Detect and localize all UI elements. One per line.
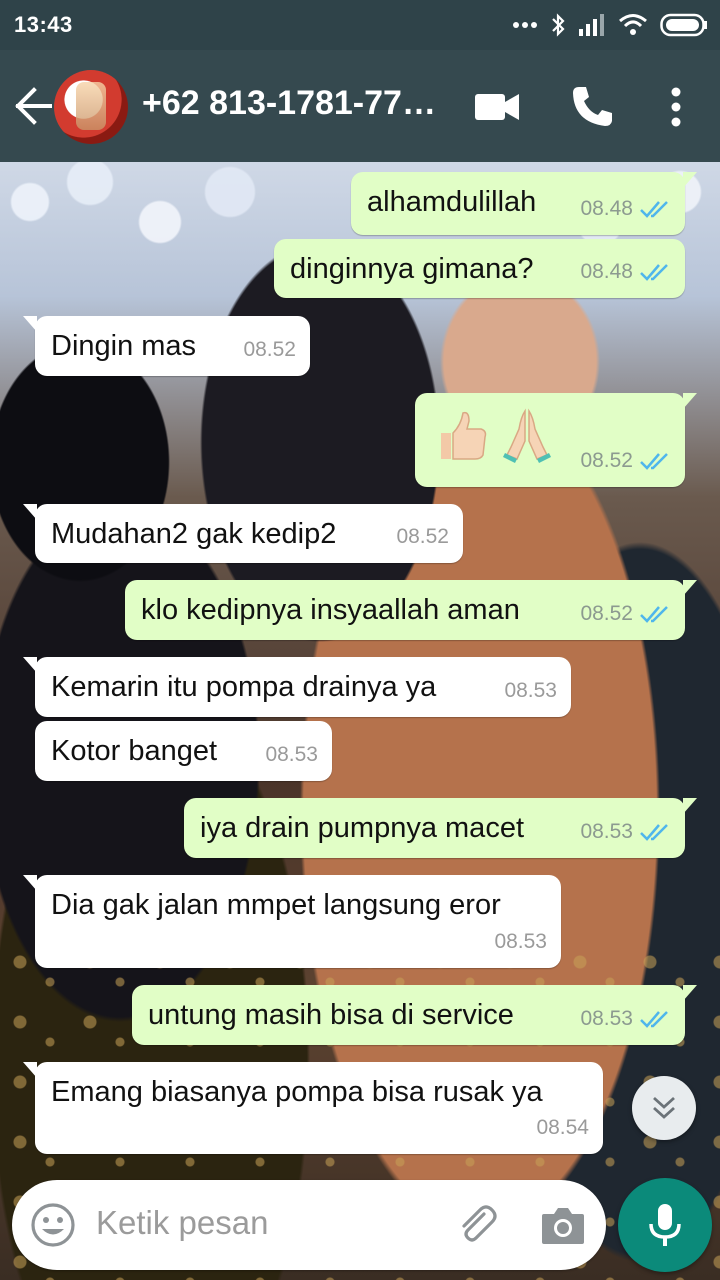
wifi-icon <box>619 14 647 35</box>
double-tick-icon <box>640 264 668 281</box>
emoji-icon[interactable] <box>30 1202 76 1248</box>
message-input[interactable]: Ketik pesan <box>96 1204 268 1242</box>
message-time: 08.53 <box>504 679 557 702</box>
message-text: Mudahan2 gak kedip2 <box>51 518 337 550</box>
message-input-bar: Ketik pesan <box>12 1180 606 1270</box>
message-incoming[interactable]: Dia gak jalan mmpet langsung eror 08.53 <box>23 875 561 968</box>
chat-header: +62 813-1781-77… <box>0 50 720 162</box>
message-time: 08.52 <box>580 449 633 472</box>
video-call-icon[interactable] <box>474 90 520 124</box>
message-time: 08.48 <box>580 197 633 220</box>
status-icons <box>512 10 708 40</box>
message-text: Emang biasanya pompa bisa rusak ya <box>51 1076 543 1108</box>
double-tick-icon <box>640 824 668 841</box>
battery-icon <box>660 13 707 37</box>
message-time: 08.48 <box>580 260 633 283</box>
message-outgoing-emoji[interactable]: 08.52 <box>415 393 697 487</box>
more-options-icon[interactable] <box>664 86 688 130</box>
message-time: 08.53 <box>580 820 633 843</box>
contact-name[interactable]: +62 813-1781-77… <box>142 84 442 123</box>
double-tick-icon <box>640 1011 668 1028</box>
contact-avatar[interactable] <box>54 70 128 144</box>
message-time: 08.52 <box>580 602 633 625</box>
message-incoming[interactable]: Emang biasanya pompa bisa rusak ya 08.54 <box>23 1062 603 1154</box>
message-incoming[interactable]: Kemarin itu pompa drainya ya 08.53 <box>23 657 571 717</box>
folded-hands-emoji <box>503 408 551 463</box>
signal-icon <box>579 14 604 36</box>
message-incoming[interactable]: Dingin mas 08.52 <box>23 316 310 376</box>
message-text: Kotor banget <box>51 735 218 767</box>
more-notifications-icon <box>513 22 537 28</box>
message-outgoing[interactable]: alhamdulillah 08.48 <box>351 172 697 235</box>
message-time: 08.53 <box>494 930 547 953</box>
message-time: 08.54 <box>536 1116 589 1139</box>
camera-icon[interactable] <box>540 1204 586 1246</box>
double-tick-icon <box>640 606 668 623</box>
bluetooth-icon <box>552 13 565 37</box>
message-outgoing[interactable]: iya drain pumpnya macet 08.53 <box>184 798 697 858</box>
message-text: Dia gak jalan mmpet langsung eror <box>51 889 501 921</box>
thumbs-up-emoji <box>441 411 487 460</box>
message-text: untung masih bisa di service <box>148 999 514 1031</box>
message-outgoing[interactable]: klo kedipnya insyaallah aman 08.52 <box>125 580 697 640</box>
message-text: klo kedipnya insyaallah aman <box>141 594 520 626</box>
voice-record-button[interactable] <box>618 1178 712 1272</box>
scroll-down-icon <box>653 1096 675 1119</box>
message-time: 08.52 <box>396 525 449 548</box>
phone-call-icon[interactable] <box>570 84 614 128</box>
message-incoming[interactable]: Kotor banget 08.53 <box>35 721 332 781</box>
message-text: dinginnya gimana? <box>290 253 534 285</box>
message-text: iya drain pumpnya macet <box>200 812 524 844</box>
message-time: 08.52 <box>243 338 296 361</box>
message-text: alhamdulillah <box>367 186 537 218</box>
status-time: 13:43 <box>14 12 73 37</box>
status-bar: 13:43 <box>0 0 720 50</box>
message-text: Kemarin itu pompa drainya ya <box>51 671 437 703</box>
attach-icon[interactable] <box>454 1202 498 1246</box>
message-text: Dingin mas <box>51 330 197 362</box>
double-tick-icon <box>640 201 668 218</box>
scroll-down-button[interactable] <box>632 1076 696 1140</box>
message-time: 08.53 <box>580 1007 633 1030</box>
back-arrow-icon[interactable] <box>14 84 54 128</box>
double-tick-icon <box>640 453 668 470</box>
emoji-row <box>433 407 555 463</box>
message-outgoing[interactable]: untung masih bisa di service 08.53 <box>132 985 697 1045</box>
message-outgoing[interactable]: dinginnya gimana? 08.48 <box>274 239 685 298</box>
message-incoming[interactable]: Mudahan2 gak kedip2 08.52 <box>23 504 463 563</box>
message-time: 08.53 <box>265 743 318 766</box>
mic-icon <box>649 1204 681 1246</box>
